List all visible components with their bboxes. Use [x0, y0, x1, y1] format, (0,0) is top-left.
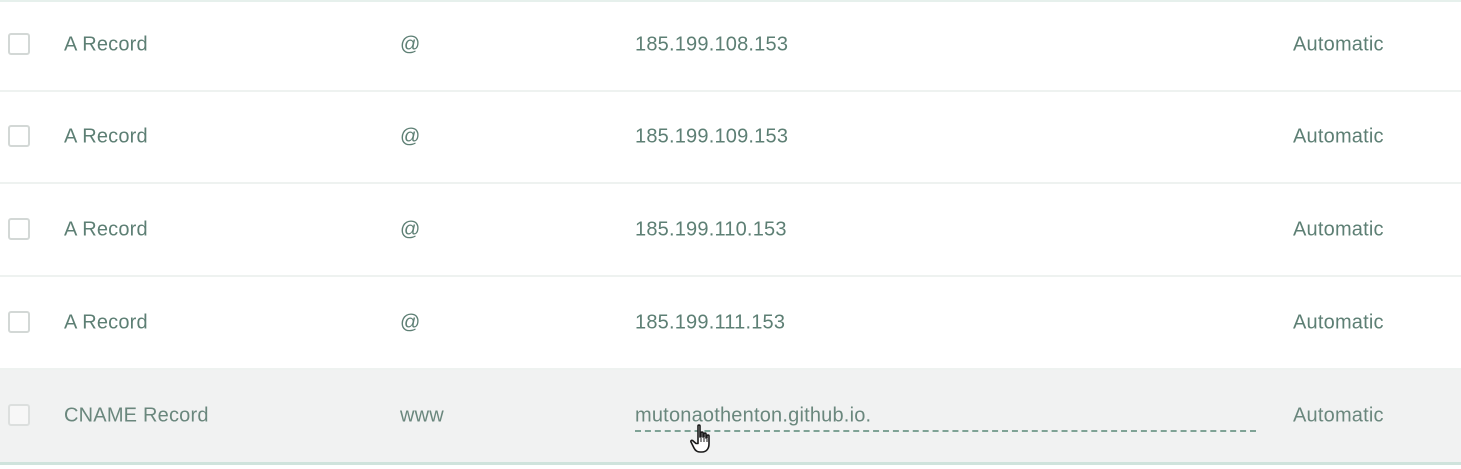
table-row[interactable]: A Record @ 185.199.109.153 Automatic [0, 92, 1461, 184]
table-row[interactable]: A Record @ 185.199.108.153 Automatic [0, 0, 1461, 92]
row-select-checkbox[interactable] [8, 33, 30, 55]
record-type: A Record [64, 218, 148, 240]
record-value[interactable]: 185.199.109.153 [635, 126, 788, 149]
record-ttl: Automatic [1293, 218, 1384, 240]
row-select-checkbox[interactable] [8, 217, 30, 240]
row-select-checkbox[interactable] [8, 404, 30, 426]
record-type: A Record [64, 33, 148, 56]
record-ttl: Automatic [1293, 311, 1384, 333]
table-bottom-divider [0, 462, 1461, 465]
record-type: A Record [64, 311, 148, 333]
table-row-hovered[interactable]: CNAME Record www mutonaothenton.github.i… [0, 370, 1461, 462]
record-ttl: Automatic [1293, 33, 1384, 56]
record-value[interactable]: 185.199.110.153 [635, 218, 787, 241]
record-value-editable[interactable]: mutonaothenton.github.io. [635, 405, 871, 428]
record-ttl: Automatic [1293, 125, 1384, 148]
dns-records-table: A Record @ 185.199.108.153 Automatic A R… [0, 0, 1461, 469]
row-select-checkbox[interactable] [8, 125, 30, 147]
record-host: @ [400, 218, 421, 240]
record-host: @ [400, 125, 421, 148]
table-row[interactable]: A Record @ 185.199.110.153 Automatic [0, 184, 1461, 277]
table-row[interactable]: A Record @ 185.199.111.153 Automatic [0, 277, 1461, 370]
record-host: @ [400, 311, 421, 333]
row-select-checkbox[interactable] [8, 310, 30, 333]
hand-pointer-icon [690, 424, 710, 453]
record-value[interactable]: 185.199.108.153 [635, 34, 788, 57]
record-type: A Record [64, 125, 148, 148]
editable-value-underline [635, 430, 1256, 432]
record-ttl: Automatic [1293, 404, 1384, 427]
record-host: www [400, 404, 444, 427]
record-host: @ [400, 33, 421, 56]
record-type: CNAME Record [64, 404, 209, 427]
record-value[interactable]: 185.199.111.153 [635, 311, 785, 334]
